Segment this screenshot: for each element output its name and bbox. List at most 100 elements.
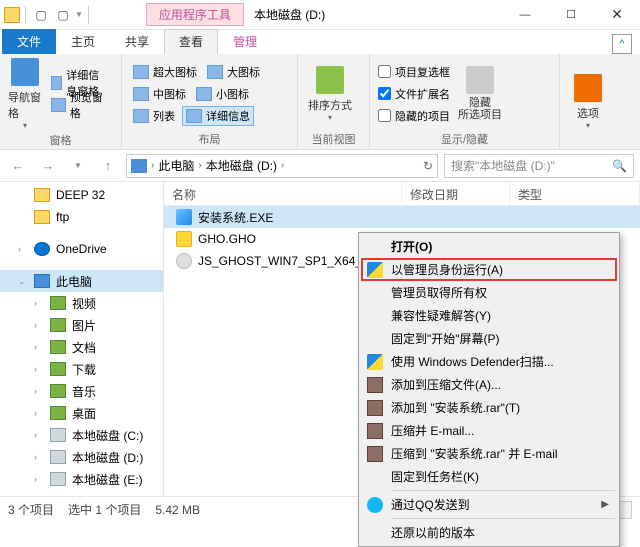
exe-icon — [176, 209, 192, 225]
tree-desktop[interactable]: ›桌面 — [0, 402, 163, 424]
menu-admin-ownership[interactable]: 管理员取得所有权 — [361, 281, 617, 304]
search-input[interactable]: 搜索"本地磁盘 (D:)" 🔍 — [444, 154, 634, 178]
menu-pin-taskbar[interactable]: 固定到任务栏(K) — [361, 465, 617, 488]
archive-icon — [367, 377, 383, 393]
address-row: ← → ▼ ↑ › 此电脑 › 本地磁盘 (D:) › ↻ 搜索"本地磁盘 (D… — [0, 150, 640, 182]
navigation-pane-button[interactable]: 导航窗格 ▾ — [8, 58, 42, 130]
menu-separator — [391, 518, 615, 519]
sort-button[interactable]: 排序方式 ▾ — [306, 58, 354, 129]
selected-count: 选中 1 个项目 — [68, 501, 141, 518]
file-name: JS_GHOST_WIN7_SP1_X64_... — [198, 254, 372, 268]
tree-documents[interactable]: ›文档 — [0, 336, 163, 358]
tab-home[interactable]: 主页 — [56, 29, 110, 54]
group-label: 窗格 — [8, 130, 113, 148]
close-button[interactable]: ✕ — [594, 0, 640, 30]
up-button[interactable]: ↑ — [96, 154, 120, 178]
title-bar: ▢ ▢ ▼ 应用程序工具 本地磁盘 (D:) — ☐ ✕ — [0, 0, 640, 30]
menu-compress-rar-email[interactable]: 压缩到 "安装系统.rar" 并 E-mail — [361, 442, 617, 465]
menu-qq-send[interactable]: 通过QQ发送到▶ — [361, 493, 617, 516]
sort-label: 排序方式 — [308, 97, 352, 113]
menu-defender-scan[interactable]: 使用 Windows Defender扫描... — [361, 350, 617, 373]
menu-add-archive[interactable]: 添加到压缩文件(A)... — [361, 373, 617, 396]
preview-pane-icon — [51, 98, 66, 112]
column-date[interactable]: 修改日期 — [402, 182, 510, 205]
breadcrumb-drive[interactable]: 本地磁盘 (D:) — [206, 157, 277, 174]
file-extensions-toggle[interactable]: 文件扩展名 — [378, 84, 450, 104]
chevron-right-icon[interactable]: › — [281, 160, 284, 171]
layout-list[interactable]: 列表 — [130, 106, 178, 126]
group-label: 布局 — [130, 129, 289, 147]
qat-button[interactable]: ▢ — [31, 5, 51, 25]
gho-icon — [176, 231, 192, 247]
pc-icon — [131, 159, 147, 173]
layout-large-icons[interactable]: 大图标 — [204, 62, 263, 82]
menu-restore-previous[interactable]: 还原以前的版本 — [361, 521, 617, 544]
tree-drive-c[interactable]: ›本地磁盘 (C:) — [0, 424, 163, 446]
navigation-pane-icon — [11, 58, 39, 86]
menu-separator — [391, 490, 615, 491]
tree-downloads[interactable]: ›下载 — [0, 358, 163, 380]
shield-icon — [367, 354, 383, 370]
chevron-right-icon[interactable]: › — [151, 160, 154, 171]
menu-run-as-admin[interactable]: 以管理员身份运行(A) — [361, 258, 617, 281]
column-type[interactable]: 类型 — [510, 182, 640, 205]
layout-medium-icons[interactable]: 中图标 — [130, 84, 189, 104]
layout-small-icons[interactable]: 小图标 — [193, 84, 252, 104]
search-placeholder: 搜索"本地磁盘 (D:)" — [451, 157, 555, 174]
tree-music[interactable]: ›音乐 — [0, 380, 163, 402]
selected-size: 5.42 MB — [155, 503, 200, 517]
tree-videos[interactable]: ›视频 — [0, 292, 163, 314]
item-checkboxes-toggle[interactable]: 项目复选框 — [378, 62, 450, 82]
tree-folder[interactable]: DEEP 32 — [0, 184, 163, 206]
hidden-items-toggle[interactable]: 隐藏的项目 — [378, 106, 450, 126]
options-button[interactable]: 选项 ▾ — [568, 58, 608, 145]
search-icon[interactable]: 🔍 — [612, 159, 627, 173]
address-bar[interactable]: › 此电脑 › 本地磁盘 (D:) › ↻ — [126, 154, 438, 178]
refresh-icon[interactable]: ↻ — [423, 159, 433, 173]
column-headers: 名称 修改日期 类型 — [164, 182, 640, 206]
recent-dropdown[interactable]: ▼ — [66, 154, 90, 178]
tab-manage[interactable]: 管理 — [218, 29, 272, 54]
menu-troubleshoot[interactable]: 兼容性疑难解答(Y) — [361, 304, 617, 327]
options-icon — [574, 74, 602, 102]
item-count: 3 个项目 — [8, 501, 54, 518]
submenu-arrow-icon: ▶ — [601, 499, 609, 510]
tab-view[interactable]: 查看 — [164, 29, 218, 54]
chevron-right-icon[interactable]: › — [198, 160, 201, 171]
layout-xl-icons[interactable]: 超大图标 — [130, 62, 200, 82]
hide-selected-button[interactable]: 隐藏 所选项目 — [456, 58, 504, 129]
group-label: 显示/隐藏 — [378, 129, 551, 147]
tree-drive-e[interactable]: ›本地磁盘 (E:) — [0, 468, 163, 490]
ribbon: 导航窗格 ▾ 详细信息窗格 预览窗格 窗格 超大图标 大图标 中图标 小图标 — [0, 54, 640, 150]
maximize-button[interactable]: ☐ — [548, 0, 594, 30]
archive-icon — [367, 400, 383, 416]
tree-folder[interactable]: ftp — [0, 206, 163, 228]
column-name[interactable]: 名称 — [164, 182, 402, 205]
qat-button[interactable]: ▢ — [53, 5, 73, 25]
menu-open[interactable]: 打开(O) — [361, 235, 617, 258]
tab-share[interactable]: 共享 — [110, 29, 164, 54]
help-collapse-button[interactable]: ^ — [612, 34, 632, 54]
layout-details[interactable]: 详细信息 — [182, 106, 254, 126]
forward-button[interactable]: → — [36, 154, 60, 178]
ribbon-tabs: 文件 主页 共享 查看 管理 ^ — [0, 30, 640, 54]
qat-dropdown-icon[interactable]: ▼ — [75, 10, 83, 19]
tree-thispc[interactable]: ⌄此电脑 — [0, 270, 163, 292]
tab-file[interactable]: 文件 — [2, 29, 56, 54]
back-button[interactable]: ← — [6, 154, 30, 178]
folder-icon — [4, 7, 20, 23]
file-row[interactable]: 安装系统.EXE — [164, 206, 640, 228]
menu-add-rar[interactable]: 添加到 "安装系统.rar"(T) — [361, 396, 617, 419]
quick-access-toolbar: ▢ ▢ ▼ — [0, 5, 96, 25]
minimize-button[interactable]: — — [502, 0, 548, 30]
tree-onedrive[interactable]: ›OneDrive — [0, 238, 163, 260]
menu-pin-start[interactable]: 固定到"开始"屏幕(P) — [361, 327, 617, 350]
breadcrumb-thispc[interactable]: 此电脑 — [158, 157, 194, 174]
shield-icon — [367, 262, 383, 278]
preview-pane-button[interactable]: 预览窗格 — [48, 95, 113, 115]
navigation-tree[interactable]: DEEP 32 ftp ›OneDrive ⌄此电脑 ›视频 ›图片 ›文档 ›… — [0, 182, 164, 496]
tree-pictures[interactable]: ›图片 — [0, 314, 163, 336]
qq-icon — [367, 497, 383, 513]
tree-drive-d[interactable]: ›本地磁盘 (D:) — [0, 446, 163, 468]
menu-compress-email[interactable]: 压缩并 E-mail... — [361, 419, 617, 442]
